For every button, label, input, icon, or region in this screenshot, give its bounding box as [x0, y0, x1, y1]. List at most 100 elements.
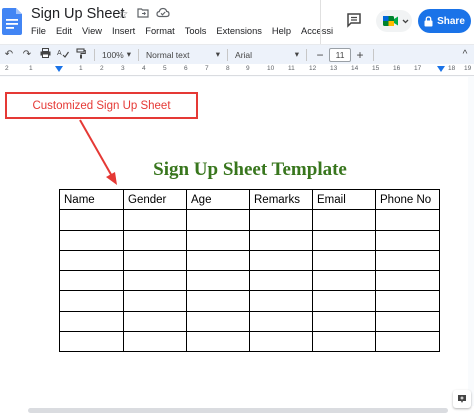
- right-indent-marker[interactable]: [437, 66, 445, 72]
- table-row: [59, 290, 440, 312]
- lock-icon: [424, 15, 433, 26]
- table-cell[interactable]: [312, 209, 376, 231]
- table-cell[interactable]: [312, 331, 376, 353]
- font-value: Arial: [235, 49, 253, 60]
- ruler-number: 2: [5, 65, 9, 72]
- document-heading[interactable]: Sign Up Sheet Template: [0, 159, 474, 181]
- docs-logo-icon[interactable]: [2, 8, 22, 35]
- header-remarks[interactable]: Remarks: [249, 188, 313, 211]
- table-cell[interactable]: [375, 310, 440, 333]
- table-cell[interactable]: [375, 331, 440, 353]
- table-cell[interactable]: [249, 229, 313, 251]
- table-cell[interactable]: [59, 249, 124, 272]
- comment-history-icon[interactable]: [346, 12, 362, 28]
- print-icon[interactable]: [36, 48, 54, 61]
- collapse-menus-icon[interactable]: ^: [456, 49, 474, 60]
- table-cell[interactable]: [59, 270, 124, 292]
- table-cell[interactable]: [375, 229, 440, 251]
- table-cell[interactable]: [186, 209, 250, 231]
- table-cell[interactable]: [123, 290, 187, 312]
- table-cell[interactable]: [186, 249, 250, 272]
- table-cell[interactable]: [249, 331, 313, 353]
- move-folder-icon[interactable]: [136, 7, 150, 21]
- table-cell[interactable]: [375, 290, 440, 312]
- share-button[interactable]: Share: [418, 9, 471, 33]
- table-cell[interactable]: [59, 290, 124, 312]
- table-cell[interactable]: [249, 290, 313, 312]
- cloud-saved-icon[interactable]: [156, 7, 170, 21]
- table-cell[interactable]: [123, 249, 187, 272]
- table-cell[interactable]: [59, 229, 124, 251]
- table-cell[interactable]: [59, 331, 124, 353]
- font-size-field[interactable]: 11: [329, 47, 352, 62]
- ruler-number: 14: [351, 65, 359, 72]
- table-cell[interactable]: [186, 270, 250, 292]
- paragraph-style-select[interactable]: Normal text ▾: [143, 49, 223, 60]
- table-cell[interactable]: [186, 229, 250, 251]
- undo-icon[interactable]: ↶: [0, 49, 18, 60]
- table-cell[interactable]: [59, 310, 124, 333]
- table-cell[interactable]: [375, 209, 440, 231]
- increase-font-size-icon[interactable]: +: [351, 48, 369, 62]
- header-name[interactable]: Name: [59, 188, 124, 211]
- table-cell[interactable]: [249, 310, 313, 333]
- table-cell[interactable]: [186, 331, 250, 353]
- table-cell[interactable]: [186, 290, 250, 312]
- table-cell[interactable]: [249, 270, 313, 292]
- title-divider: [320, 0, 321, 44]
- menu-accessibility[interactable]: Accessi: [301, 26, 333, 36]
- header-age[interactable]: Age: [186, 188, 250, 211]
- table-cell[interactable]: [123, 209, 187, 231]
- table-cell[interactable]: [312, 310, 376, 333]
- font-select[interactable]: Arial ▾: [232, 49, 302, 60]
- menu-format[interactable]: Format: [145, 26, 174, 36]
- table-cell[interactable]: [123, 331, 187, 353]
- left-indent-marker[interactable]: [55, 66, 63, 72]
- table-cell[interactable]: [312, 249, 376, 272]
- decrease-font-size-icon[interactable]: −: [311, 48, 329, 62]
- menu-bar: File Edit View Insert Format Tools Exten…: [31, 26, 333, 36]
- table-cell[interactable]: [249, 209, 313, 231]
- table-cell[interactable]: [123, 270, 187, 292]
- menu-view[interactable]: View: [82, 26, 102, 36]
- table-cell[interactable]: [123, 310, 187, 333]
- menu-extensions[interactable]: Extensions: [216, 26, 261, 36]
- zoom-select[interactable]: 100% ▾: [99, 49, 134, 60]
- ruler-number: 10: [267, 65, 275, 72]
- table-cell[interactable]: [312, 290, 376, 312]
- table-cell[interactable]: [186, 310, 250, 333]
- table-row: [59, 331, 440, 353]
- header-gender[interactable]: Gender: [123, 188, 187, 211]
- table-cell[interactable]: [123, 229, 187, 251]
- table-row: [59, 229, 440, 251]
- ruler-number: 1: [79, 65, 83, 72]
- menu-edit[interactable]: Edit: [56, 26, 72, 36]
- scrollbar-thumb[interactable]: [28, 408, 448, 413]
- ruler-number: 2: [100, 65, 104, 72]
- table-cell[interactable]: [375, 249, 440, 272]
- ruler-number: 15: [372, 65, 380, 72]
- signup-table[interactable]: Name Gender Age Remarks Email Phone No: [59, 188, 440, 353]
- meet-button[interactable]: [376, 10, 412, 32]
- table-cell[interactable]: [249, 249, 313, 272]
- star-icon[interactable]: ☆: [116, 7, 130, 21]
- table-cell[interactable]: [312, 229, 376, 251]
- header-email[interactable]: Email: [312, 188, 376, 211]
- header-phone[interactable]: Phone No: [375, 188, 440, 211]
- document-title[interactable]: Sign Up Sheet: [31, 6, 125, 22]
- ruler-number: 7: [205, 65, 209, 72]
- menu-tools[interactable]: Tools: [185, 26, 207, 36]
- ruler-number: 13: [330, 65, 338, 72]
- ruler-number: 5: [163, 65, 167, 72]
- paint-format-icon[interactable]: [72, 47, 90, 62]
- redo-icon[interactable]: ↷: [18, 49, 36, 60]
- horizontal-scrollbar[interactable]: [0, 406, 474, 414]
- table-cell[interactable]: [59, 209, 124, 231]
- menu-help[interactable]: Help: [272, 26, 291, 36]
- explore-button[interactable]: [453, 390, 471, 408]
- table-cell[interactable]: [312, 270, 376, 292]
- menu-insert[interactable]: Insert: [112, 26, 135, 36]
- menu-file[interactable]: File: [31, 26, 46, 36]
- table-cell[interactable]: [375, 270, 440, 292]
- spellcheck-icon[interactable]: A: [54, 48, 72, 61]
